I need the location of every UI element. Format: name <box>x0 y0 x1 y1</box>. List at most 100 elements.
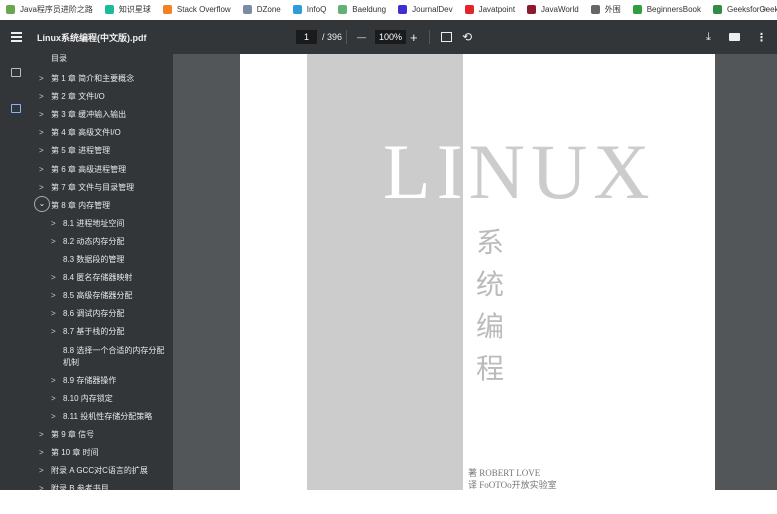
outline-item[interactable]: > 第 6 章 高级进程管理 <box>39 164 127 176</box>
outline-item[interactable]: > 第 10 章 时间 <box>39 447 99 459</box>
cover-translator: 译 FoOTOo开放实验室 <box>468 480 557 490</box>
chevron-right-icon[interactable]: > <box>51 308 56 320</box>
folder-icon <box>590 5 600 14</box>
chevron-down-icon[interactable]: ⌄ <box>34 195 50 212</box>
chevron-right-icon[interactable]: > <box>39 447 44 459</box>
outline-item[interactable]: > 第 9 章 信号 <box>39 429 94 441</box>
outline-item[interactable]: >8.2 动态内存分配 <box>51 236 125 248</box>
bookmark-item[interactable]: 外围 <box>590 4 621 15</box>
outline-item[interactable]: 8.8 选择一个合适的内存分配机制 <box>63 345 168 369</box>
outline-item[interactable]: > 第 2 章 文件I/O <box>39 91 105 103</box>
more-bookmarks-button[interactable]: » <box>763 4 767 13</box>
viewer-scrollbar[interactable] <box>715 54 777 490</box>
bookmark-label: JavaWorld <box>541 5 579 14</box>
outline-item[interactable]: >8.6 调试内存分配 <box>51 308 125 320</box>
outline-item[interactable]: >8.7 基于栈的分配 <box>51 326 125 338</box>
download-icon[interactable]: ⤓ <box>706 20 711 54</box>
chevron-right-icon[interactable]: > <box>51 393 56 405</box>
baeldung-icon <box>338 5 348 14</box>
outline-item[interactable]: > 第 4 章 高级文件I/O <box>39 127 121 139</box>
bookmark-item[interactable]: JavaWorld <box>527 5 579 14</box>
chevron-right-icon[interactable]: > <box>39 465 44 477</box>
outline-item-label: 附录 A GCC对C语言的扩展 <box>51 466 148 475</box>
chevron-right-icon[interactable]: > <box>51 290 56 302</box>
zoom-input[interactable]: 100% <box>375 30 407 44</box>
chevron-right-icon[interactable]: > <box>51 375 56 387</box>
chevron-right-icon[interactable]: > <box>39 429 44 441</box>
bookmark-label: GeeksforGeeks <box>726 5 777 14</box>
outline-item[interactable]: ⌄ 第 8 章 内存管理 <box>34 195 111 212</box>
chevron-right-icon[interactable]: > <box>39 145 44 157</box>
chevron-right-icon[interactable]: > <box>39 91 44 103</box>
outline-item-label: 8.6 调试内存分配 <box>63 309 125 319</box>
bookmark-item[interactable]: 知识星球 <box>104 4 151 15</box>
fit-page-icon[interactable] <box>441 20 452 54</box>
chevron-right-icon[interactable]: > <box>39 182 44 194</box>
outline-item-label: 第 8 章 内存管理 <box>51 200 111 210</box>
outline-item-label: 8.10 内存锁定 <box>63 393 113 403</box>
sidebar: 目录 > 第 1 章 简介和主要概念 > 第 2 章 文件I/O > 第 3 章 缓冲输入… <box>0 54 176 490</box>
outline-item[interactable]: >8.9 存储器操作 <box>51 375 117 387</box>
outline-item-label: 第 4 章 高级文件I/O <box>51 128 121 138</box>
beginnersbook-icon <box>632 5 642 14</box>
stackoverflow-icon <box>162 5 172 14</box>
chevron-right-icon[interactable]: > <box>51 236 56 248</box>
outline-item-label: 8.9 存储器操作 <box>63 375 117 385</box>
bookmark-item[interactable]: JournalDev <box>398 5 453 14</box>
chevron-right-icon[interactable]: > <box>51 272 56 284</box>
bookmark-label: 知识星球 <box>118 5 151 14</box>
page-number-input[interactable]: 1 <box>296 30 318 44</box>
journaldev-icon <box>398 5 408 14</box>
outline-item-label: 8.5 高级存储器分配 <box>63 291 133 301</box>
bookmark-item[interactable]: Javatpoint <box>464 5 516 14</box>
outline-item[interactable]: > 附录 B 参考书目 <box>39 483 109 490</box>
javatpoint-icon <box>464 5 474 14</box>
bookmark-item[interactable]: Stack Overflow <box>162 5 231 14</box>
print-icon[interactable] <box>729 20 740 54</box>
outline-item[interactable]: > 附录 A GCC对C语言的扩展 <box>39 465 148 477</box>
outline-item[interactable]: >8.1 进程地址空间 <box>51 218 124 230</box>
outline-item-label: 8.2 动态内存分配 <box>63 236 125 246</box>
outline-item[interactable]: > 第 1 章 简介和主要概念 <box>39 73 134 85</box>
bookmark-label: Javatpoint <box>478 5 516 14</box>
outline-item-label: 第 10 章 时间 <box>51 447 99 457</box>
bookmark-item[interactable]: BeginnersBook <box>632 5 701 14</box>
outline-item[interactable]: >8.4 匿名存储器映射 <box>51 272 132 284</box>
thumbnail-icon[interactable] <box>11 68 21 77</box>
bookmark-item[interactable]: Java程序员进阶之路 <box>6 4 93 15</box>
zoom-in-button[interactable]: + <box>410 20 418 54</box>
cover-subtitle: 系统编程 <box>475 226 504 385</box>
outline-item[interactable]: > 第 3 章 缓冲输入输出 <box>39 109 127 121</box>
outline-item-label: 8.8 选择一个合适的内存分配机制 <box>63 345 165 367</box>
more-options-icon[interactable]: ⋮ <box>756 20 767 54</box>
chevron-right-icon[interactable]: > <box>39 483 44 490</box>
chevron-right-icon[interactable]: > <box>39 109 44 121</box>
chevron-right-icon[interactable]: > <box>39 164 44 176</box>
outline-item-label: 8.7 基于栈的分配 <box>63 327 125 337</box>
outline-item[interactable]: 8.3 数据段的管理 <box>63 254 124 266</box>
chevron-right-icon[interactable]: > <box>51 326 56 338</box>
outline-icon[interactable] <box>11 104 21 113</box>
page-total: / 396 <box>322 32 343 42</box>
bookmark-item[interactable]: Baeldung <box>338 5 386 14</box>
bookmark-item[interactable]: GeeksforGeeks <box>712 5 777 14</box>
bookmark-item[interactable]: InfoQ <box>292 5 326 14</box>
rotate-icon[interactable]: ⟲ <box>462 20 472 54</box>
bookmark-label: JournalDev <box>412 5 453 14</box>
chevron-right-icon[interactable]: > <box>51 411 56 423</box>
outline-header: 目录 <box>51 54 67 63</box>
outline-item[interactable]: >8.10 内存锁定 <box>51 393 113 405</box>
chevron-right-icon[interactable]: > <box>39 73 44 85</box>
divider <box>429 30 430 44</box>
chevron-right-icon[interactable]: > <box>51 218 56 230</box>
outline-item[interactable]: >8.5 高级存储器分配 <box>51 290 133 302</box>
zoom-out-button[interactable]: — <box>357 20 366 54</box>
chevron-right-icon[interactable]: > <box>39 127 44 139</box>
outline-item[interactable]: > 第 5 章 进程管理 <box>39 145 110 157</box>
outline-item-label: 第 6 章 高级进程管理 <box>51 164 127 174</box>
outline-item[interactable]: > 第 7 章 文件与目录管理 <box>39 182 134 194</box>
menu-icon[interactable] <box>11 20 22 54</box>
outline-item[interactable]: >8.11 投机性存储分配策略 <box>51 411 152 423</box>
bookmark-item[interactable]: DZone <box>242 5 281 14</box>
outline-item-label: 第 3 章 缓冲输入输出 <box>51 110 127 120</box>
